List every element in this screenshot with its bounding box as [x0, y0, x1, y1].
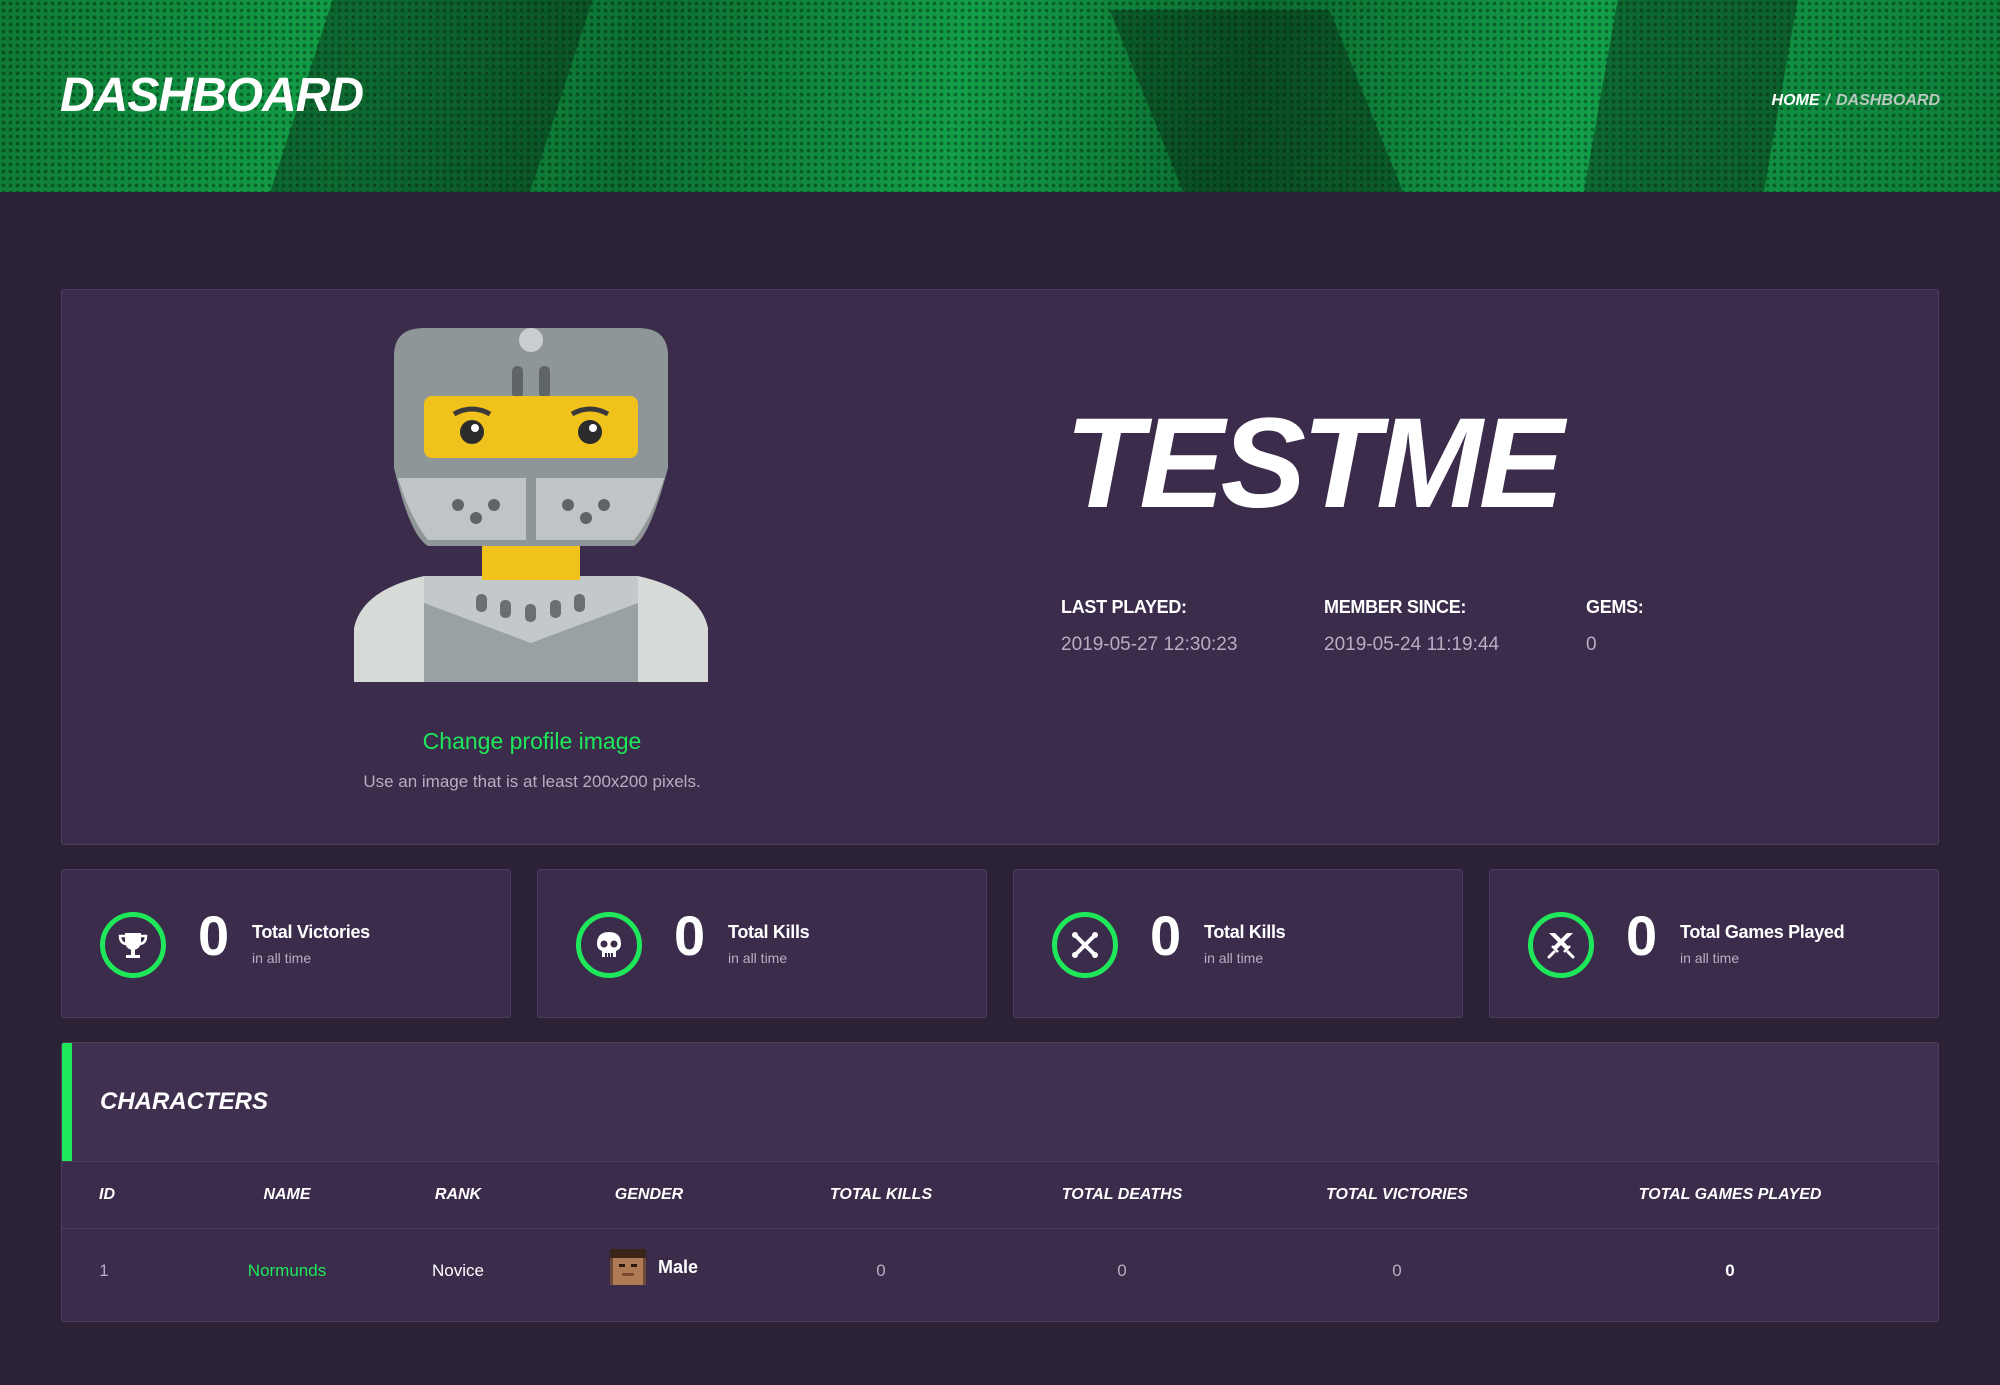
stat-value: 0: [1586, 634, 1597, 655]
banner-shade: [1580, 0, 1800, 192]
stat-count: 0: [1150, 904, 1182, 967]
breadcrumb-home-link[interactable]: HOME: [1772, 92, 1820, 109]
stat-title: Total Games Played: [1680, 922, 1845, 942]
stat-subtitle: in all time: [1680, 950, 1740, 966]
stat-title: Total Kills: [1204, 922, 1286, 942]
stat-card-kills: 0 Total Kills in all time: [537, 869, 987, 1018]
stat-label: MEMBER SINCE:: [1324, 597, 1467, 617]
stat-value: 2019-05-24 11:19:44: [1324, 634, 1500, 655]
header-banner: DASHBOARD HOME / DASHBOARD: [0, 0, 2000, 192]
stat-title: Total Kills: [728, 922, 810, 942]
stat-subtitle: in all time: [1204, 950, 1264, 966]
breadcrumb-separator: /: [1825, 92, 1830, 109]
column-header-name[interactable]: NAME: [263, 1186, 310, 1204]
change-profile-image-link[interactable]: Change profile image: [62, 728, 1002, 755]
characters-panel: CHARACTERS ID NAME RANK GENDER TOTAL KIL…: [61, 1042, 1939, 1322]
cell-total-deaths: 0: [1117, 1261, 1127, 1280]
stat-subtitle: in all time: [728, 950, 788, 966]
username: TESTME: [1065, 392, 1564, 535]
stat-count: 0: [198, 904, 230, 967]
cell-rank: Novice: [432, 1261, 484, 1280]
stat-card-victories: 0 Total Victories in all time: [61, 869, 511, 1018]
cell-total-kills: 0: [876, 1261, 886, 1280]
crossed-bones-icon: [1052, 912, 1118, 978]
trophy-icon: [100, 912, 166, 978]
stat-value: 2019-05-27 12:30:23: [1061, 634, 1238, 655]
column-header-total-kills[interactable]: TOTAL KILLS: [830, 1186, 932, 1204]
page-title: DASHBOARD: [60, 69, 364, 122]
stat-gems: GEMS: 0: [1586, 597, 1644, 656]
stat-label: LAST PLAYED:: [1061, 597, 1187, 617]
banner-shade: [1109, 10, 1411, 192]
column-header-rank[interactable]: RANK: [435, 1186, 481, 1204]
cell-total-victories: 0: [1392, 1261, 1402, 1280]
table-row: 1 Normunds Novice Male 0 0 0 0: [62, 1229, 1938, 1319]
stat-last-played: LAST PLAYED: 2019-05-27 12:30:23: [1061, 597, 1237, 656]
stat-title: Total Victories: [252, 922, 370, 942]
cell-total-games-played: 0: [1725, 1261, 1735, 1280]
gender-label: Male: [657, 1256, 699, 1277]
stat-subtitle: in all time: [252, 950, 312, 966]
column-header-total-games-played[interactable]: TOTAL GAMES PLAYED: [1639, 1186, 1822, 1204]
breadcrumb: HOME / DASHBOARD: [1772, 92, 1940, 110]
column-header-gender[interactable]: GENDER: [615, 1186, 683, 1204]
profile-image-hint: Use an image that is at least 200x200 pi…: [363, 772, 701, 791]
stat-member-since: MEMBER SINCE: 2019-05-24 11:19:44: [1324, 597, 1499, 656]
character-name-link[interactable]: Normunds: [248, 1261, 326, 1281]
characters-header: CHARACTERS: [62, 1043, 1938, 1162]
column-header-id[interactable]: ID: [99, 1186, 115, 1204]
column-header-total-victories[interactable]: TOTAL VICTORIES: [1326, 1186, 1468, 1204]
knight-avatar-icon: [354, 328, 708, 682]
characters-title: CHARACTERS: [100, 1088, 268, 1115]
cell-gender: Male: [609, 1249, 699, 1285]
accent-bar: [62, 1043, 72, 1161]
table-header-row: ID NAME RANK GENDER TOTAL KILLS TOTAL DE…: [62, 1162, 1938, 1229]
skull-icon: [576, 912, 642, 978]
stat-count: 0: [1626, 904, 1658, 967]
male-character-icon: [609, 1249, 646, 1285]
column-header-total-deaths[interactable]: TOTAL DEATHS: [1062, 1186, 1183, 1204]
stat-count: 0: [674, 904, 706, 967]
profile-panel: Change profile image Use an image that i…: [61, 289, 1939, 845]
breadcrumb-current: DASHBOARD: [1836, 92, 1940, 109]
stat-card-kills-alt: 0 Total Kills in all time: [1013, 869, 1463, 1018]
stat-label: GEMS:: [1586, 597, 1644, 617]
cell-id: 1: [99, 1261, 109, 1280]
crossed-swords-icon: [1528, 912, 1594, 978]
stat-card-games-played: 0 Total Games Played in all time: [1489, 869, 1939, 1018]
